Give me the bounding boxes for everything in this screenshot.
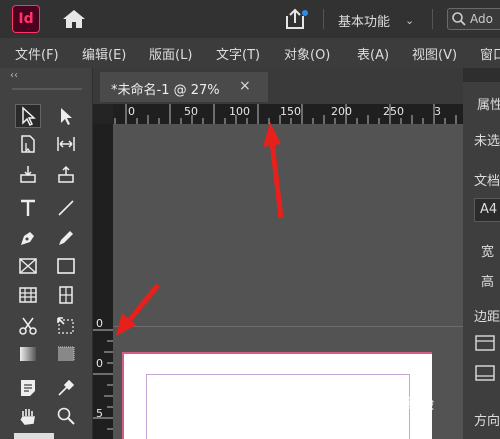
section-label: 方向 — [474, 414, 500, 429]
pasteboard-edge — [113, 326, 463, 327]
ruler-label: 150 — [280, 105, 301, 118]
home-icon[interactable] — [62, 9, 86, 29]
workspace-switcher[interactable]: 基本功能 — [338, 11, 390, 30]
divider — [323, 9, 324, 29]
notification-dot — [302, 10, 308, 16]
grid-tool-icon[interactable] — [53, 283, 79, 307]
rectangle-tool-icon[interactable] — [53, 254, 79, 278]
menu-layout[interactable]: 版面(L) — [149, 44, 192, 63]
fill-stroke-swatch[interactable] — [14, 433, 54, 439]
close-icon[interactable]: × — [239, 78, 251, 94]
margin-guide — [146, 374, 410, 439]
ruler-label: 0 — [96, 357, 103, 370]
indesign-logo: Id — [12, 5, 40, 33]
type-tool-icon[interactable] — [15, 196, 41, 220]
horizontal-ruler[interactable] — [93, 104, 463, 124]
panel-drag-handle[interactable] — [12, 88, 82, 90]
ruler-origin[interactable] — [93, 104, 113, 124]
collapse-panel-button[interactable]: ‹‹ — [10, 70, 18, 81]
menu-edit[interactable]: 编辑(E) — [82, 44, 126, 63]
ruler-label: 200 — [331, 105, 352, 118]
panel-title[interactable]: 属性 — [477, 94, 500, 113]
search-icon — [451, 11, 467, 27]
tools-panel — [0, 68, 93, 439]
height-label: 高 — [481, 275, 495, 290]
ruler-label: 250 — [383, 105, 404, 118]
page-tool-icon[interactable] — [15, 132, 41, 156]
chevron-down-icon[interactable]: ⌄ — [405, 14, 414, 27]
hand-icon[interactable] — [15, 404, 41, 428]
table-tool-icon[interactable] — [15, 283, 41, 307]
ruler-label: 0 — [128, 105, 135, 118]
menu-view[interactable]: 视图(V) — [412, 44, 457, 63]
width-label: 宽 — [481, 245, 495, 260]
vertical-ruler[interactable] — [93, 124, 113, 439]
scissors-icon[interactable] — [15, 314, 41, 338]
selection-tool-icon[interactable] — [15, 104, 41, 128]
content-collector-icon[interactable] — [15, 162, 41, 186]
ruler-label: 100 — [229, 105, 250, 118]
content-placer-icon[interactable] — [53, 162, 79, 186]
gradient-feather-icon[interactable] — [53, 342, 79, 366]
free-transform-tool-icon[interactable] — [53, 314, 79, 338]
page-size-value[interactable]: A4 — [480, 202, 497, 217]
watermark: Bai 经验 — [376, 397, 434, 413]
landscape-orientation-icon[interactable] — [474, 364, 496, 382]
gap-tool-icon[interactable] — [53, 132, 79, 156]
pen-tool-icon[interactable] — [15, 226, 41, 250]
rectangle-frame-tool-icon[interactable] — [15, 254, 41, 278]
ruler-label: 50 — [184, 105, 198, 118]
gradient-swatch-icon[interactable] — [15, 342, 41, 366]
ruler-label: 5 — [96, 407, 103, 420]
section-label: 边距 — [474, 310, 500, 325]
divider — [432, 9, 433, 29]
menu-window[interactable]: 窗口 — [480, 44, 500, 63]
menu-object[interactable]: 对象(O) — [284, 44, 330, 63]
document-tab-title[interactable]: *未命名-1 @ 27% — [111, 79, 220, 98]
menu-type[interactable]: 文字(T) — [216, 44, 260, 63]
portrait-orientation-icon[interactable] — [474, 334, 496, 352]
ruler-label: 3 — [434, 105, 441, 118]
note-icon[interactable] — [15, 376, 41, 400]
pencil-tool-icon[interactable] — [53, 226, 79, 250]
search-scope-label[interactable]: Ado — [470, 12, 493, 26]
direct-selection-tool-icon[interactable] — [53, 104, 79, 128]
section-label: 文档 — [474, 174, 500, 189]
selection-state: 未选 — [474, 134, 500, 149]
menu-table[interactable]: 表(A) — [357, 44, 389, 63]
zoom-icon[interactable] — [53, 404, 79, 428]
eyedropper-icon[interactable] — [53, 376, 79, 400]
menu-file[interactable]: 文件(F) — [15, 44, 59, 63]
ruler-label: 0 — [96, 317, 103, 330]
line-tool-icon[interactable] — [53, 196, 79, 220]
